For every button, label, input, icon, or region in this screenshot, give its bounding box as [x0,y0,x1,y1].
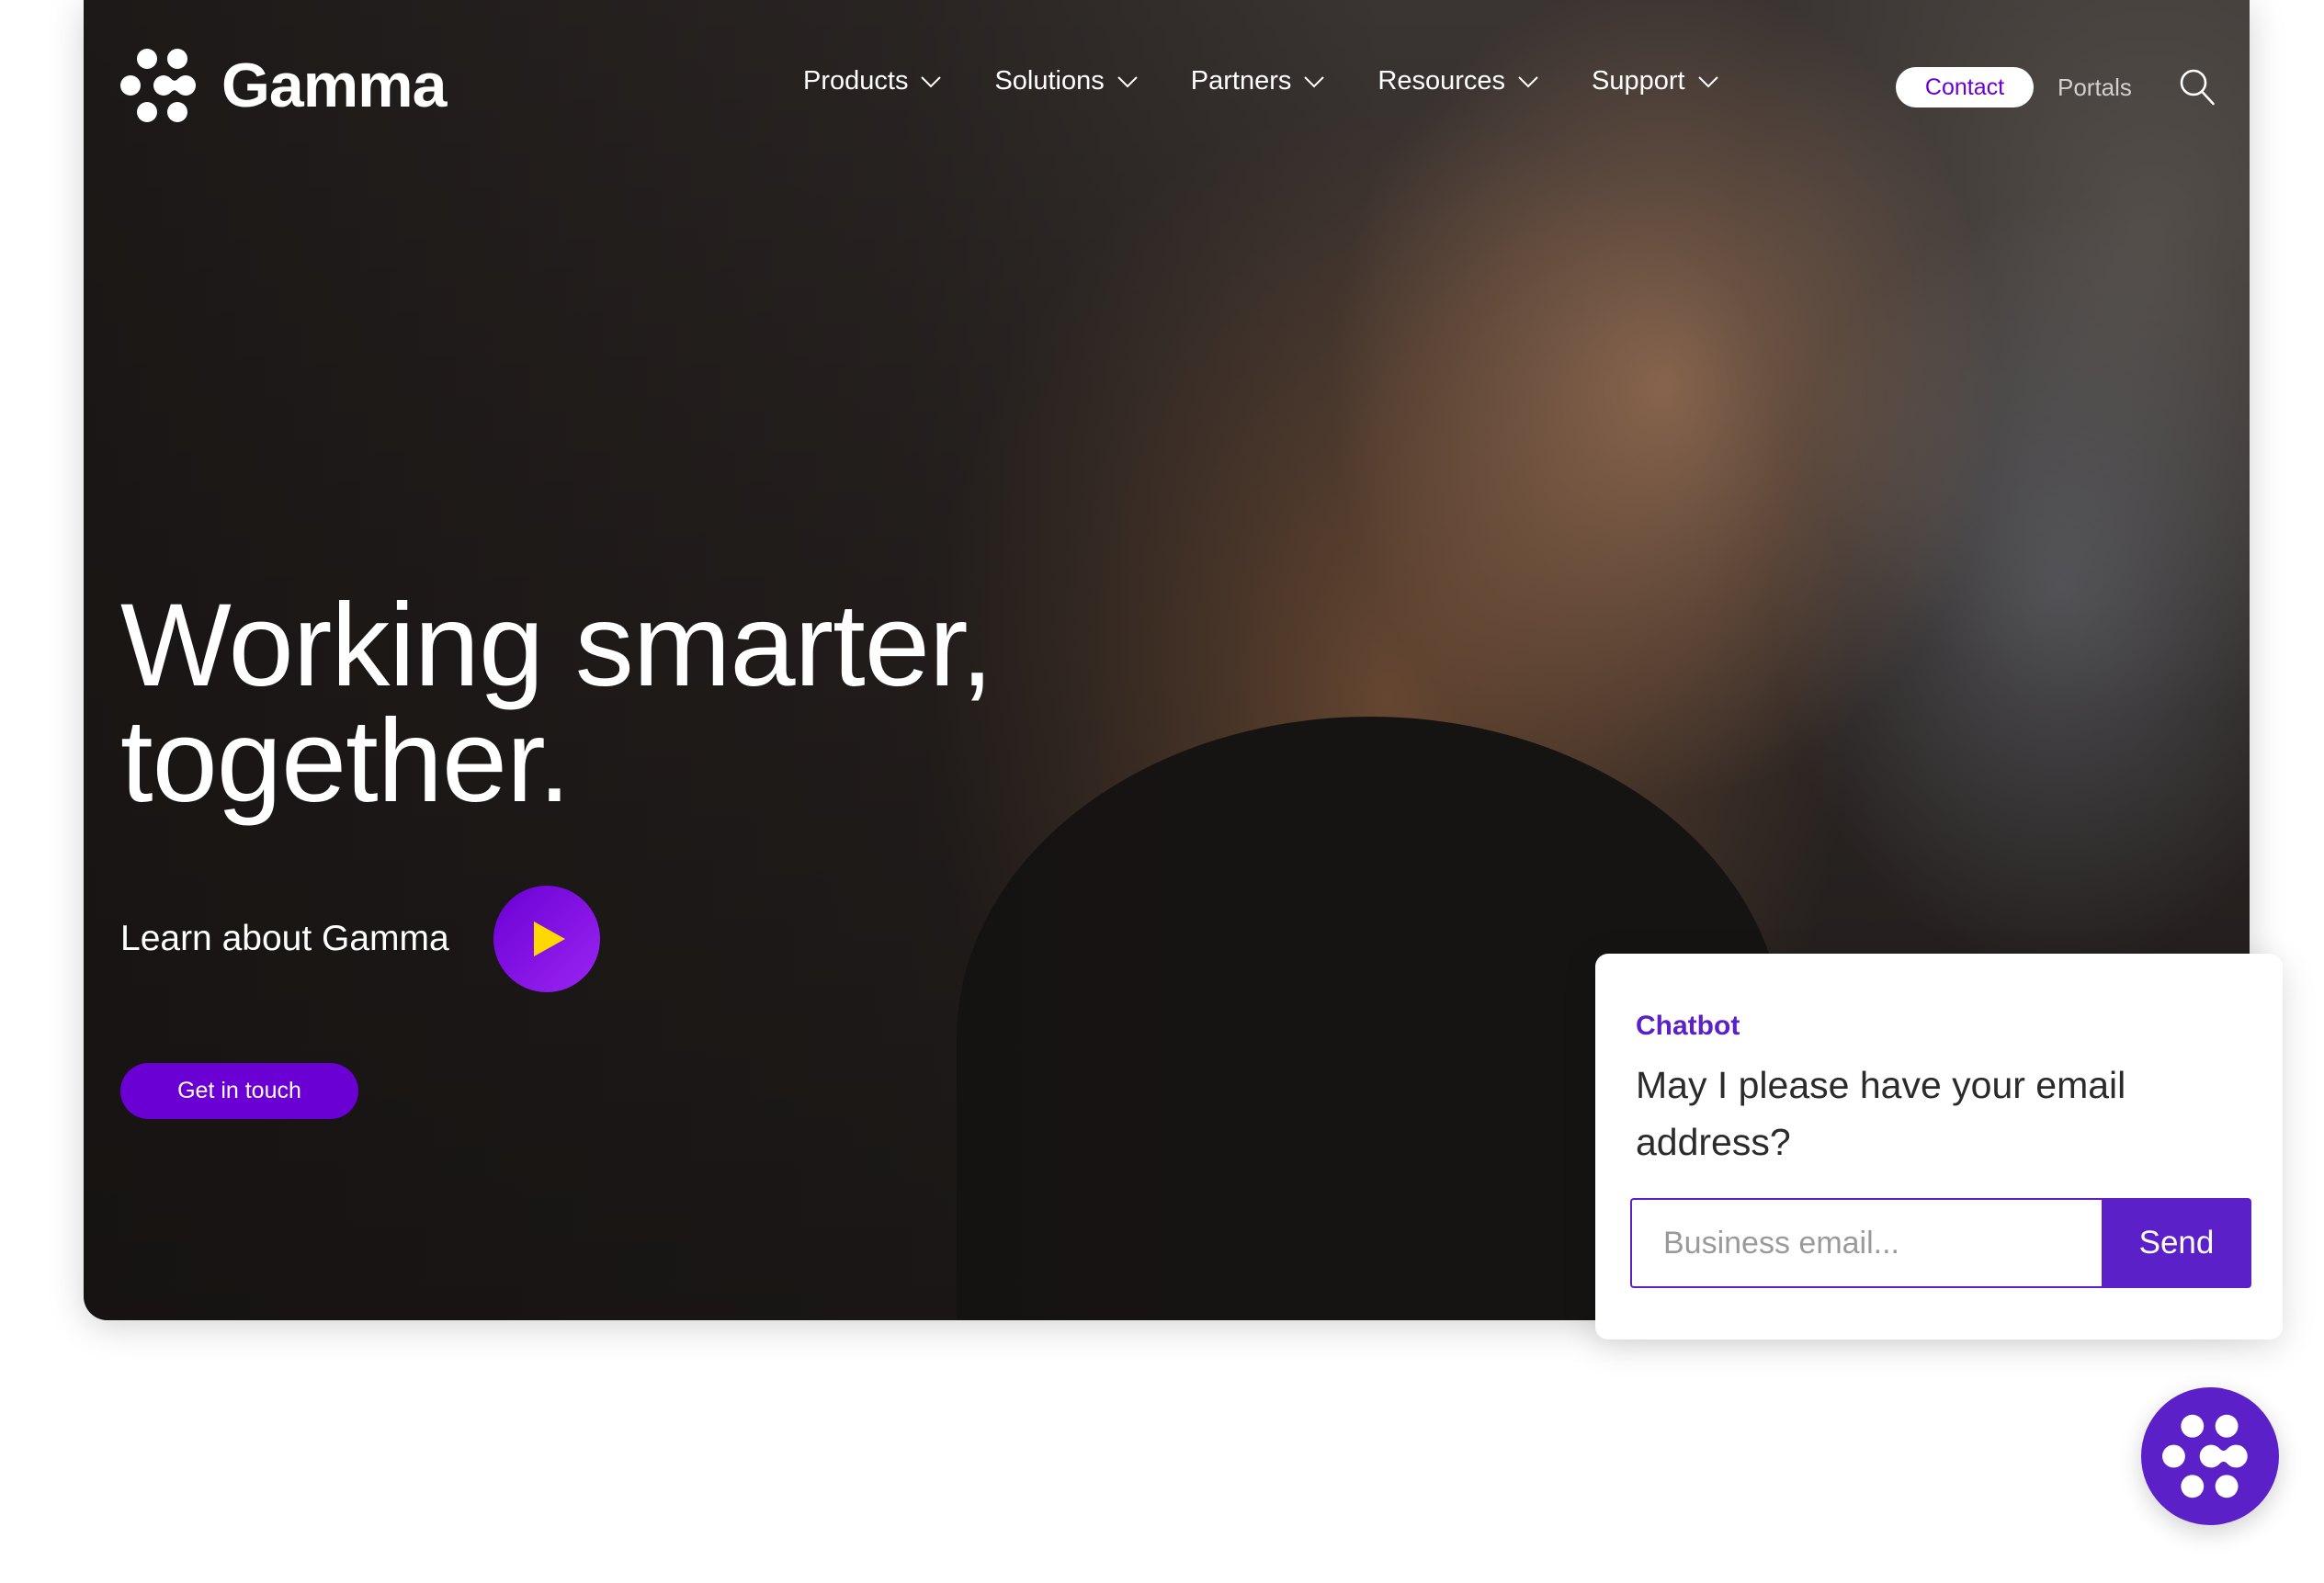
chatbot-question: May I please have your email address? [1636,1064,2126,1163]
send-button[interactable]: Send [2102,1198,2251,1288]
nav-item-label: Support [1592,66,1685,96]
hero-headline-line-1: Working smarter, [120,580,993,711]
hero-headline-line-2: together. [120,695,571,827]
nav-item-label: Products [803,66,909,96]
play-icon [533,922,565,956]
chevron-down-icon [921,75,942,87]
chatbot-panel: Chatbot May I please have your email add… [1595,954,2283,1340]
nav-item-label: Solutions [994,66,1105,96]
chatbot-title: Chatbot [1636,1011,1740,1041]
learn-about-row: Learn about Gamma [120,886,600,992]
chevron-down-icon [1117,75,1138,87]
nav-item-label: Resources [1377,66,1505,96]
business-email-input[interactable] [1630,1198,2102,1288]
nav-item-resources[interactable]: Resources [1377,66,1538,96]
contact-button[interactable]: Contact [1896,67,2034,107]
chevron-down-icon [1304,75,1325,87]
search-icon[interactable] [2179,68,2216,107]
chatbot-launcher-button[interactable] [2141,1387,2279,1525]
gamma-dots-icon [120,49,197,122]
main-nav: Products Solutions Partners Resources Su… [803,66,1718,96]
nav-item-solutions[interactable]: Solutions [994,66,1138,96]
brand-logo[interactable]: Gamma [120,48,447,123]
get-in-touch-button[interactable]: Get in touch [120,1063,358,1119]
hero-headline: Working smarter, together. [120,587,993,820]
nav-item-support[interactable]: Support [1592,66,1718,96]
learn-about-label: Learn about Gamma [120,919,449,958]
brand-name: Gamma [221,51,447,120]
gamma-dots-icon [2162,1414,2248,1498]
site-header: Gamma Products Solutions Partners Resour… [84,0,2250,175]
chevron-down-icon [1518,75,1538,87]
portals-link[interactable]: Portals [2058,73,2132,102]
nav-item-label: Partners [1190,66,1292,96]
nav-item-partners[interactable]: Partners [1191,66,1325,96]
chevron-down-icon [1697,75,1718,87]
play-video-button[interactable] [493,886,600,992]
chatbot-email-form: Send [1630,1198,2251,1288]
nav-item-products[interactable]: Products [803,66,942,96]
